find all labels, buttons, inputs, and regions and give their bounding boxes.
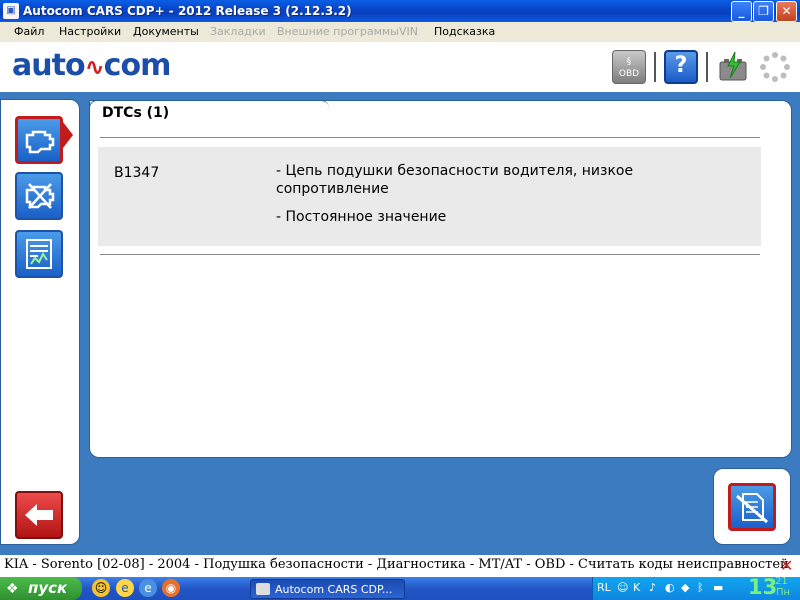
erase-dtc-button[interactable] [728,483,776,531]
list-top-divider [100,137,760,138]
help-button[interactable]: ? [664,50,698,84]
clock-day: Пн [776,587,791,598]
dtc-code: B1347 [114,165,160,181]
app-icon: ▣ [3,3,19,19]
erase-document-icon [736,493,768,524]
restore-button[interactable]: ❐ [753,1,774,22]
menu-documents[interactable]: Документы [133,25,199,38]
dtc-description: - Цепь подушки безопасности водителя, ни… [276,163,634,197]
tray-k-icon[interactable]: K [633,581,640,594]
engine-dtc-button[interactable] [15,116,63,164]
tray-bluetooth-icon[interactable]: ᛒ [697,581,704,594]
header-separator [706,52,708,82]
taskbar-item-autocom[interactable]: Autocom CARS CDP... [250,579,405,599]
battery-status-icon [716,50,750,84]
live-data-button[interactable] [15,230,63,278]
menu-bar: Файл Настройки Документы Закладки Внешни… [0,22,800,42]
dtc-list-item[interactable]: B1347 - Цепь подушки безопасности водите… [98,147,761,246]
clock-hour: 13 [748,575,778,599]
windows-taskbar: ❖ пуск ☺ e e ◉ Autocom CARS CDP... RL ☺ … [0,575,800,600]
window-title: Autocom CARS CDP+ - 2012 Release 3 (2.12… [23,4,352,18]
back-arrow-icon [25,504,53,526]
menu-help[interactable]: Подсказка [434,25,495,38]
vehicle-path-text: KIA - Sorento [02-08] - 2004 - Подушка б… [4,557,789,572]
tray-smiley-icon[interactable]: ☺ [617,581,628,594]
active-indicator-arrow [63,122,73,148]
firefox-quicklaunch-icon[interactable]: ◉ [162,579,180,597]
windows-flag-icon: ❖ [6,581,19,597]
minimize-button[interactable]: _ [731,1,752,22]
menu-vin[interactable]: VIN [399,25,418,38]
language-indicator[interactable]: RL [597,581,611,594]
ie-quicklaunch-icon[interactable]: e [116,579,134,597]
autocom-logo: auto∿com [12,48,171,83]
engine-crossed-icon [25,183,55,209]
action-panel [713,468,791,545]
tray-network-icon[interactable]: ◐ [665,581,675,594]
menu-bookmarks[interactable]: Закладки [210,25,266,38]
app-header: auto∿com § OBD ? [0,42,800,92]
tray-monitor-icon[interactable]: ▬ [713,581,723,594]
browser-quicklaunch-icon[interactable]: e [139,579,157,597]
obd-legislation-button[interactable]: § OBD [612,50,646,84]
close-button[interactable]: ✕ [776,1,797,22]
data-graph-icon [26,239,52,269]
back-button[interactable] [15,491,63,539]
car-icon [256,583,270,595]
side-panel [0,99,80,545]
menu-external-programs[interactable]: Внешние программы [277,25,399,38]
clear-dtc-button[interactable] [15,172,63,220]
title-bar: ▣ Autocom CARS CDP+ - 2012 Release 3 (2.… [0,0,800,22]
status-close-icon[interactable]: ✕ [780,556,793,575]
list-bottom-divider [100,254,760,255]
connection-spinner-icon [758,50,792,84]
menu-file[interactable]: Файл [14,25,44,38]
tray-shield-icon[interactable]: ◆ [681,581,689,594]
tray-volume-icon[interactable]: ♪ [649,581,656,594]
header-separator [654,52,656,82]
menu-settings[interactable]: Настройки [59,25,121,38]
status-bar: KIA - Sorento [02-08] - 2004 - Подушка б… [0,555,800,577]
engine-icon [25,130,55,154]
clock-minute: 21 [775,576,788,587]
dtc-status: - Постоянное значение [276,209,447,225]
smiley-quicklaunch-icon[interactable]: ☺ [92,579,110,597]
tab-dtcs-label: DTCs (1) [102,105,170,121]
start-button[interactable]: ❖ пуск [0,577,82,600]
